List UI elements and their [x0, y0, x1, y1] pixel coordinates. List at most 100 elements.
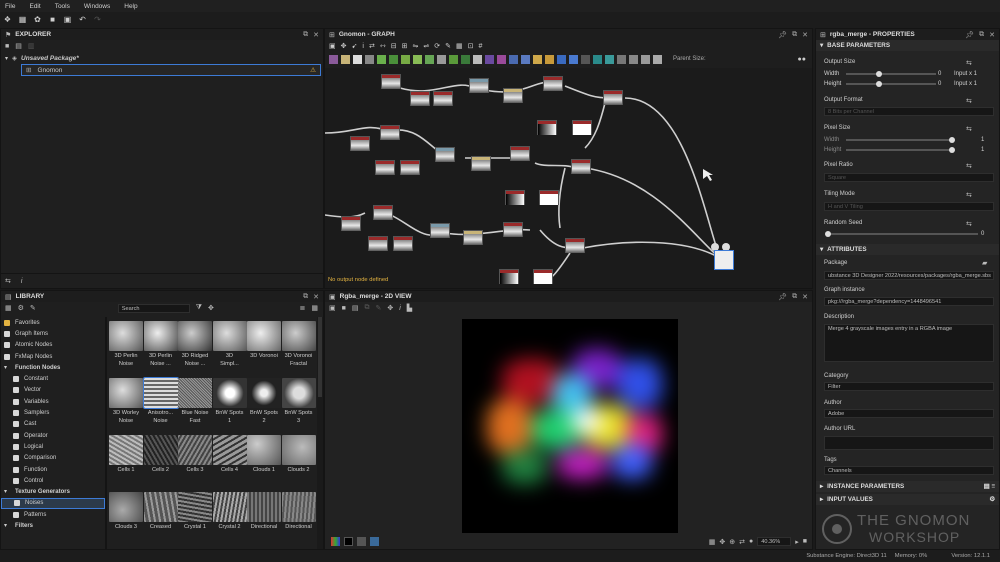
graph-node[interactable] — [380, 125, 400, 140]
pixel-height-value[interactable]: 1 — [981, 147, 984, 153]
library-category-row[interactable]: ▾ Function Nodes — [1, 362, 105, 373]
graph-instance-field[interactable]: pkg:///rgba_merge?dependency=1448496541 — [824, 297, 994, 306]
tiling-mode-select[interactable]: H and V Tiling — [824, 202, 994, 211]
graph-node[interactable] — [430, 223, 450, 238]
graph-node[interactable] — [572, 120, 592, 135]
library-category-row[interactable]: Atomic Nodes — [1, 340, 105, 351]
open-icon[interactable]: ✿ — [33, 16, 42, 24]
instance-parameters-section[interactable]: ▸ INSTANCE PARAMETERS ▤ ≡ — [816, 481, 999, 492]
library-category-row[interactable]: Patterns — [1, 509, 105, 520]
grid-view-icon[interactable]: ▦ — [311, 304, 318, 312]
close-icon[interactable]: ✕ — [989, 31, 995, 39]
layout-icon[interactable]: ⊟ — [391, 42, 397, 50]
settings-gear-icon[interactable]: ⚙ — [989, 496, 995, 503]
relative-icon[interactable]: ⇆ — [966, 162, 972, 170]
node-text-icon[interactable] — [533, 54, 542, 64]
align-icon[interactable]: ⇿ — [380, 42, 386, 50]
node-dot-icon[interactable] — [653, 54, 662, 64]
input-values-section[interactable]: ▸ INPUT VALUES ⚙ — [816, 494, 999, 505]
comment-icon[interactable]: i — [362, 43, 364, 50]
library-item-thumbnail[interactable] — [109, 378, 143, 408]
pointer-icon[interactable]: ➹ — [352, 42, 358, 50]
graph-node[interactable] — [503, 222, 523, 237]
pin-icon[interactable]: 📌︎ — [965, 31, 974, 39]
random-seed-slider[interactable] — [825, 231, 978, 237]
menu-tools[interactable]: Tools — [55, 3, 70, 10]
node-output-icon[interactable] — [617, 54, 626, 64]
node-motion-icon[interactable] — [569, 54, 578, 64]
attributes-section[interactable]: ▾ ATTRIBUTES — [816, 244, 999, 255]
node-grayscale-icon[interactable] — [593, 54, 602, 64]
node-transform-icon[interactable] — [461, 54, 470, 64]
split-icon[interactable]: ⇌ — [423, 42, 429, 50]
refresh-icon[interactable]: ⟳ — [434, 42, 440, 50]
filter-icon[interactable]: ⇆ — [5, 277, 11, 285]
node-levels-icon[interactable] — [341, 54, 350, 64]
random-seed-value[interactable]: 0 — [981, 231, 984, 237]
info-icon[interactable]: i — [21, 278, 23, 285]
author-url-field[interactable] — [824, 436, 994, 450]
graph-node[interactable] — [469, 78, 489, 93]
graph-node[interactable] — [603, 90, 623, 105]
library-item-thumbnail[interactable] — [178, 492, 212, 522]
relative-icon[interactable]: ⇆ — [966, 220, 972, 228]
undock-icon[interactable]: ⧉ — [792, 31, 797, 39]
relative-icon[interactable]: ⇆ — [966, 97, 972, 105]
undock-icon[interactable]: ⧉ — [303, 31, 308, 39]
pixel-height-slider[interactable] — [846, 147, 955, 153]
rgba-merge-node[interactable] — [714, 250, 734, 270]
menu-windows[interactable]: Windows — [84, 3, 110, 10]
height-value[interactable]: 0 — [938, 81, 941, 87]
library-item-thumbnail[interactable] — [212, 492, 247, 522]
node-blend-icon[interactable] — [365, 54, 374, 64]
library-category-row[interactable]: FxMap Nodes — [1, 351, 105, 362]
library-item-thumbnail[interactable] — [143, 321, 178, 351]
fit-icon[interactable]: ⊕ — [729, 538, 735, 546]
library-item-thumbnail[interactable] — [247, 435, 281, 465]
info-icon[interactable]: i — [399, 305, 401, 312]
graph-node[interactable] — [539, 190, 559, 205]
library-category-row[interactable]: ▾ Texture Generators — [1, 486, 105, 497]
pixel-width-value[interactable]: 1 — [981, 137, 984, 143]
tree-package-row[interactable]: ▾ ◈ Unsaved Package* — [1, 52, 323, 64]
node-hsl-icon[interactable] — [377, 54, 386, 64]
slider-handle[interactable] — [825, 231, 831, 237]
library-item-thumbnail[interactable] — [247, 321, 281, 351]
node-frame-icon[interactable] — [641, 54, 650, 64]
library-category-row[interactable]: Vector — [1, 385, 105, 396]
node-input-icon[interactable] — [581, 54, 590, 64]
graph-node[interactable] — [503, 88, 523, 103]
library-item-thumbnail[interactable] — [212, 321, 247, 351]
graph-node[interactable] — [499, 269, 519, 284]
node-uniform-icon[interactable] — [353, 54, 362, 64]
slider-handle[interactable] — [949, 137, 955, 143]
tags-field[interactable]: Channels — [824, 466, 994, 475]
channels-icon[interactable] — [331, 537, 340, 546]
hash-icon[interactable]: # — [478, 43, 482, 50]
relative-icon[interactable]: ⇆ — [966, 125, 972, 133]
library-category-row[interactable]: ▾ Filters — [1, 520, 105, 531]
library-item-thumbnail[interactable] — [212, 378, 247, 408]
histogram-icon[interactable]: ▙ — [407, 304, 412, 312]
pin-icon[interactable]: 📌︎ — [778, 293, 787, 301]
node-gradient-map-icon[interactable] — [329, 54, 338, 64]
graph-node[interactable] — [505, 190, 525, 205]
search-options-icon[interactable]: ✥ — [208, 304, 214, 312]
grid-toggle-icon[interactable]: ▦ — [709, 538, 716, 546]
library-item-thumbnail[interactable] — [178, 378, 212, 408]
library-category-row[interactable]: Logical — [1, 441, 105, 452]
list-view-icon[interactable]: ≣ — [300, 304, 306, 312]
library-category-row[interactable]: Graph Items — [1, 328, 105, 339]
close-icon[interactable]: ✕ — [802, 293, 808, 301]
library-search-input[interactable]: Search — [117, 303, 190, 313]
edit-icon[interactable]: ✎ — [375, 304, 381, 312]
pin-icon[interactable]: 📌︎ — [778, 31, 787, 39]
graph-node[interactable] — [341, 216, 361, 231]
move-icon[interactable]: ✥ — [719, 538, 725, 546]
tree-graph-row[interactable]: ⊞ Gnomon ⚠ — [21, 64, 321, 76]
library-category-row[interactable]: Comparison — [1, 453, 105, 464]
library-category-row[interactable]: Favorites — [1, 317, 105, 328]
height-mode[interactable]: Input x 1 — [954, 81, 977, 87]
library-edit-icon[interactable]: ✎ — [30, 304, 36, 312]
graph-node[interactable] — [471, 156, 491, 171]
